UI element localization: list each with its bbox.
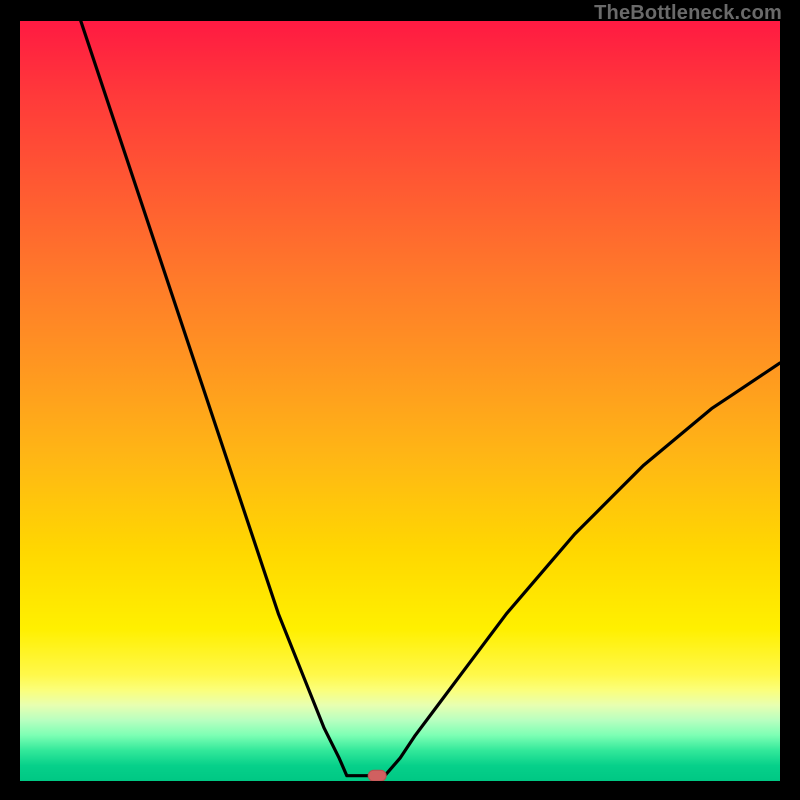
bottleneck-marker <box>368 770 386 781</box>
bottleneck-curve <box>20 21 780 781</box>
plot-area <box>20 21 780 781</box>
chart-frame: TheBottleneck.com <box>0 0 800 800</box>
bottleneck-curve-path <box>81 21 780 776</box>
